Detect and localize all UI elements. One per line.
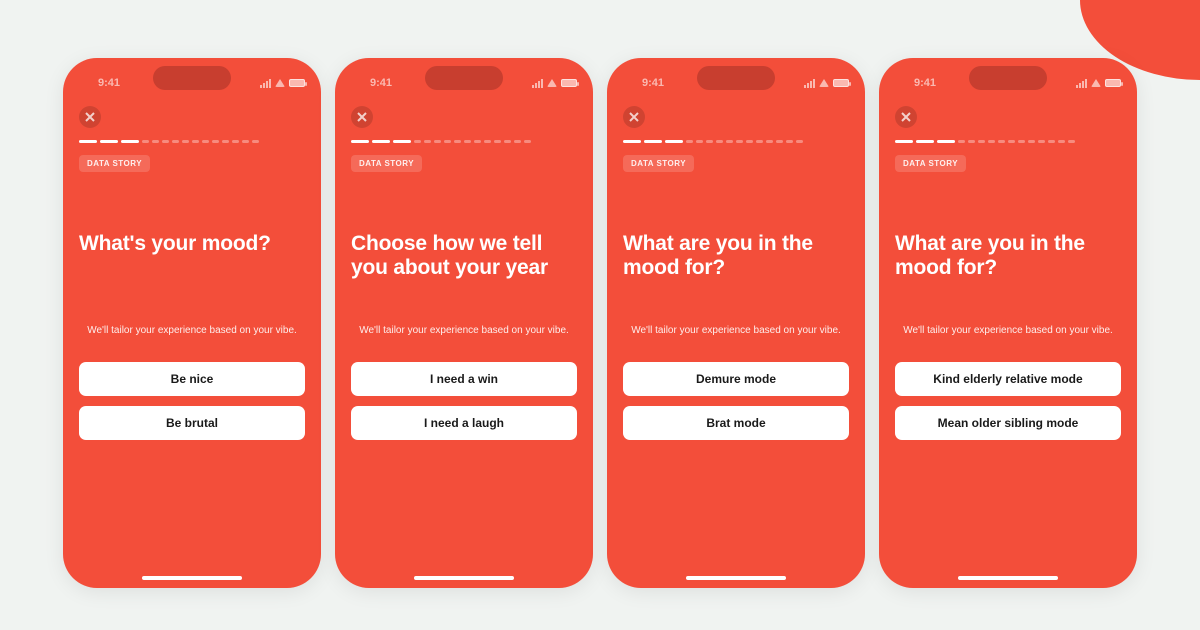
close-icon (901, 112, 911, 122)
home-indicator (686, 576, 786, 580)
phone-row: 9:41 DATA STORY What's your mood? We'll … (0, 58, 1200, 588)
category-pill: DATA STORY (79, 155, 150, 172)
signal-icon (1076, 79, 1087, 88)
category-pill: DATA STORY (351, 155, 422, 172)
options: Demure mode Brat mode (623, 362, 849, 440)
subtitle: We'll tailor your experience based on yo… (623, 324, 849, 338)
subtitle: We'll tailor your experience based on yo… (351, 324, 577, 338)
home-indicator (958, 576, 1058, 580)
progress-bar (623, 140, 849, 143)
option-button[interactable]: Mean older sibling mode (895, 406, 1121, 440)
close-button[interactable] (623, 106, 645, 128)
status-bar: 9:41 (351, 72, 577, 94)
status-icons (245, 79, 305, 88)
signal-icon (260, 79, 271, 88)
status-time: 9:41 (895, 77, 955, 89)
close-button[interactable] (79, 106, 101, 128)
home-indicator (142, 576, 242, 580)
option-button[interactable]: Brat mode (623, 406, 849, 440)
status-bar: 9:41 (79, 72, 305, 94)
battery-icon (561, 79, 577, 87)
signal-icon (532, 79, 543, 88)
dynamic-island (969, 66, 1047, 90)
close-button[interactable] (351, 106, 373, 128)
status-time: 9:41 (79, 77, 139, 89)
headline: What's your mood? (79, 232, 305, 282)
headline: Choose how we tell you about your year (351, 232, 577, 282)
status-time: 9:41 (351, 77, 411, 89)
dynamic-island (153, 66, 231, 90)
phone-mockup: 9:41 DATA STORY What are you in the mood… (607, 58, 865, 588)
wifi-icon (819, 79, 829, 87)
option-button[interactable]: Kind elderly relative mode (895, 362, 1121, 396)
category-pill: DATA STORY (623, 155, 694, 172)
battery-icon (289, 79, 305, 87)
status-bar: 9:41 (623, 72, 849, 94)
close-icon (629, 112, 639, 122)
options: I need a win I need a laugh (351, 362, 577, 440)
headline: What are you in the mood for? (895, 232, 1121, 282)
close-icon (357, 112, 367, 122)
phone-mockup: 9:41 DATA STORY Choose how we tell you a… (335, 58, 593, 588)
battery-icon (1105, 79, 1121, 87)
status-bar: 9:41 (895, 72, 1121, 94)
close-icon (85, 112, 95, 122)
subtitle: We'll tailor your experience based on yo… (79, 324, 305, 338)
close-button[interactable] (895, 106, 917, 128)
option-button[interactable]: I need a win (351, 362, 577, 396)
progress-bar (79, 140, 305, 143)
wifi-icon (1091, 79, 1101, 87)
category-pill: DATA STORY (895, 155, 966, 172)
wifi-icon (547, 79, 557, 87)
options: Kind elderly relative mode Mean older si… (895, 362, 1121, 440)
status-time: 9:41 (623, 77, 683, 89)
options: Be nice Be brutal (79, 362, 305, 440)
dynamic-island (425, 66, 503, 90)
option-button[interactable]: Demure mode (623, 362, 849, 396)
subtitle: We'll tailor your experience based on yo… (895, 324, 1121, 338)
option-button[interactable]: Be brutal (79, 406, 305, 440)
status-icons (789, 79, 849, 88)
option-button[interactable]: I need a laugh (351, 406, 577, 440)
option-button[interactable]: Be nice (79, 362, 305, 396)
phone-mockup: 9:41 DATA STORY What are you in the mood… (879, 58, 1137, 588)
signal-icon (804, 79, 815, 88)
status-icons (1061, 79, 1121, 88)
progress-bar (351, 140, 577, 143)
progress-bar (895, 140, 1121, 143)
headline: What are you in the mood for? (623, 232, 849, 282)
battery-icon (833, 79, 849, 87)
phone-mockup: 9:41 DATA STORY What's your mood? We'll … (63, 58, 321, 588)
dynamic-island (697, 66, 775, 90)
status-icons (517, 79, 577, 88)
wifi-icon (275, 79, 285, 87)
home-indicator (414, 576, 514, 580)
